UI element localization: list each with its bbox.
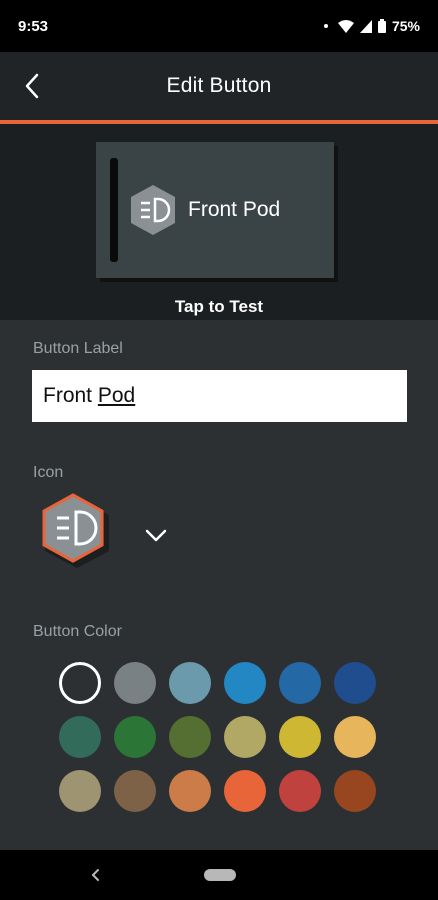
button-label-input[interactable]: Front Pod [32, 370, 407, 422]
preview-status-bar [110, 158, 118, 262]
status-time: 9:53 [18, 17, 49, 35]
app-bar: Edit Button [0, 52, 438, 120]
tap-to-test-label: Tap to Test [174, 297, 264, 316]
input-text-prefix: Front [43, 384, 98, 407]
status-icons: 75% [323, 18, 420, 34]
color-swatch[interactable] [279, 662, 321, 704]
button-color-heading: Button Color [33, 623, 122, 640]
nav-back-icon[interactable] [88, 864, 104, 886]
color-swatch[interactable] [334, 716, 376, 758]
color-swatch[interactable] [169, 662, 211, 704]
chevron-down-icon[interactable] [141, 520, 171, 550]
page-title: Edit Button [166, 74, 272, 97]
battery-percent: 75% [391, 18, 420, 34]
color-swatch[interactable] [59, 662, 101, 704]
back-button[interactable] [14, 68, 50, 104]
light-pod-icon [131, 185, 175, 235]
notification-dot-icon [323, 24, 328, 28]
system-nav-bar [0, 850, 438, 900]
color-swatch[interactable] [169, 770, 211, 812]
color-swatch[interactable] [114, 770, 156, 812]
color-swatch[interactable] [334, 662, 376, 704]
color-swatch[interactable] [114, 716, 156, 758]
color-swatch[interactable] [334, 770, 376, 812]
edit-form: Button Label Front Pod Icon Button Color [0, 320, 438, 850]
color-swatch[interactable] [114, 662, 156, 704]
color-swatch[interactable] [279, 770, 321, 812]
preview-area: Front Pod Tap to Test [0, 124, 438, 320]
nav-home-pill[interactable] [204, 869, 236, 881]
color-swatch[interactable] [59, 716, 101, 758]
color-swatch[interactable] [279, 716, 321, 758]
preview-button[interactable]: Front Pod [96, 142, 334, 278]
wifi-icon [337, 19, 354, 33]
status-bar: 9:53 75% [0, 0, 438, 52]
icon-heading: Icon [33, 464, 64, 481]
color-swatch[interactable] [224, 770, 266, 812]
color-swatch[interactable] [59, 770, 101, 812]
color-swatch[interactable] [224, 662, 266, 704]
battery-icon [377, 19, 386, 33]
preview-button-label: Front Pod [188, 198, 281, 221]
back-arrow-icon [25, 73, 39, 99]
color-swatch[interactable] [224, 716, 266, 758]
button-label-heading: Button Label [33, 340, 123, 357]
icon-selector[interactable] [40, 490, 110, 570]
input-text-composing-word: Pod [97, 384, 136, 407]
signal-icon [359, 19, 372, 33]
color-swatch[interactable] [169, 716, 211, 758]
